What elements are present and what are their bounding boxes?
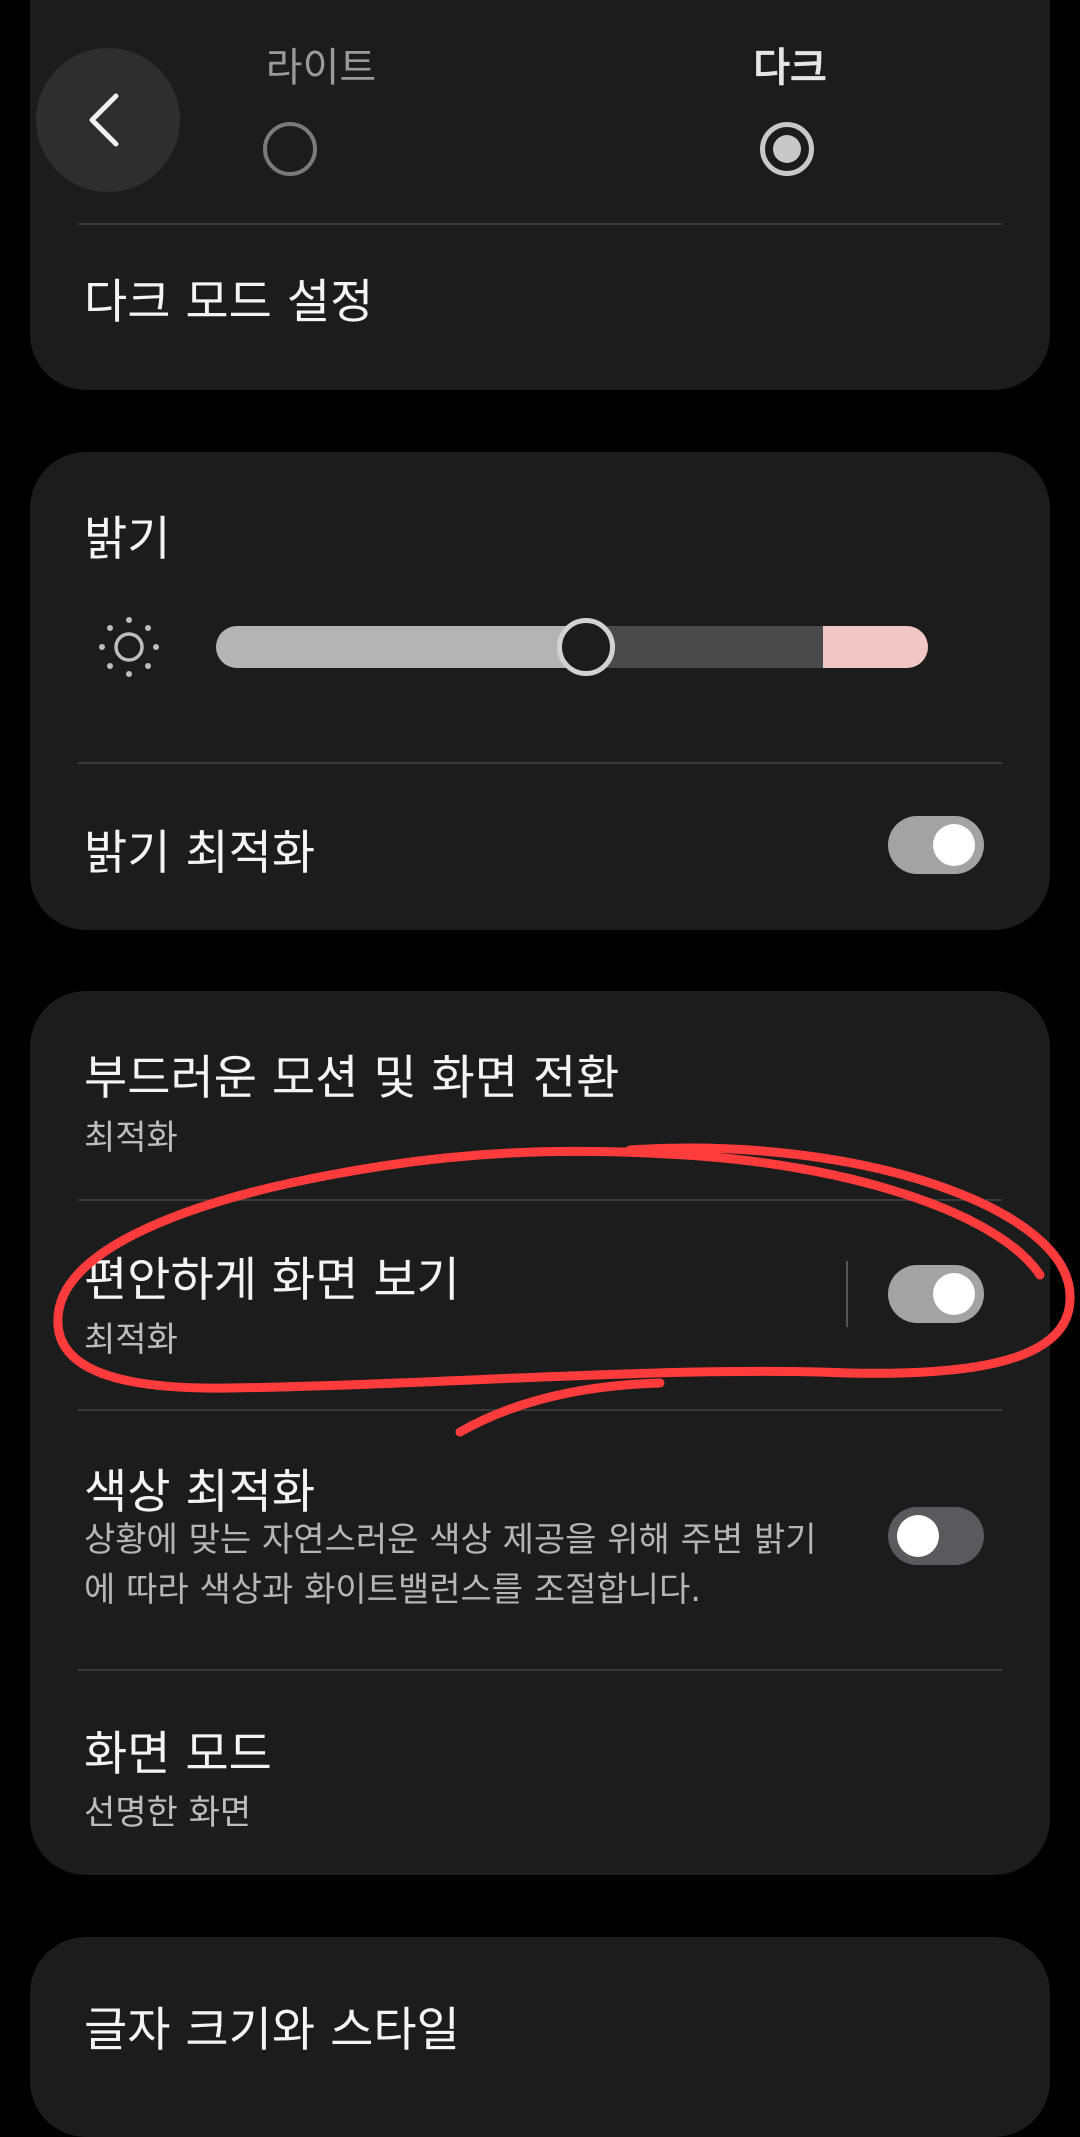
adaptive-brightness-label: 밝기 최적화	[84, 826, 316, 881]
brightness-slider-fill	[216, 626, 587, 668]
screen-mode-title: 화면 모드	[84, 1727, 272, 1782]
toggle-knob	[933, 1273, 975, 1315]
motion-smoothness-row[interactable]: 부드러운 모션 및 화면 전환 최적화	[30, 991, 1050, 1201]
eye-comfort-toggle[interactable]	[888, 1265, 984, 1323]
font-card: 글자 크기와 스타일	[30, 1937, 1050, 2137]
eye-comfort-value: 최적화	[84, 1320, 178, 1360]
theme-card: 라이트 다크 다크 모드 설정	[30, 0, 1050, 390]
dark-theme-label: 다크	[753, 45, 827, 91]
toggle-knob	[897, 1515, 939, 1557]
vertical-separator	[846, 1261, 848, 1327]
eye-comfort-row[interactable]: 편안하게 화면 보기 최적화	[30, 1201, 1050, 1409]
sun-icon	[99, 617, 159, 677]
radio-selected-dot	[773, 135, 801, 163]
screen-settings-card: 부드러운 모션 및 화면 전환 최적화 편안하게 화면 보기 최적화 색상 최적…	[30, 991, 1050, 1875]
motion-smoothness-value: 최적화	[84, 1118, 178, 1158]
chevron-left-icon	[89, 93, 119, 147]
eye-comfort-title: 편안하게 화면 보기	[84, 1253, 460, 1308]
light-theme-label: 라이트	[265, 45, 377, 91]
color-optimization-row[interactable]: 색상 최적화 상황에 맞는 자연스러운 색상 제공을 위해 주변 밝기에 따라 …	[30, 1411, 1050, 1669]
light-theme-radio[interactable]	[263, 122, 317, 176]
brightness-extra-zone	[823, 626, 928, 668]
screen-mode-value: 선명한 화면	[84, 1793, 252, 1833]
motion-smoothness-title: 부드러운 모션 및 화면 전환	[84, 1051, 620, 1106]
brightness-card: 밝기 밝기 최적화	[30, 452, 1050, 930]
dark-mode-settings-label: 다크 모드 설정	[84, 275, 374, 330]
toggle-knob	[933, 824, 975, 866]
font-size-style-row[interactable]: 글자 크기와 스타일	[30, 1937, 1050, 2086]
brightness-slider-thumb[interactable]	[557, 618, 616, 676]
screen-mode-row[interactable]: 화면 모드 선명한 화면	[30, 1671, 1050, 1875]
color-optimization-title: 색상 최적화	[84, 1465, 316, 1520]
adaptive-brightness-toggle[interactable]	[888, 816, 984, 874]
back-button[interactable]	[36, 48, 180, 192]
dark-mode-settings-row[interactable]: 다크 모드 설정	[30, 225, 1050, 355]
adaptive-brightness-row[interactable]: 밝기 최적화	[30, 764, 1050, 930]
color-optimization-toggle[interactable]	[888, 1507, 984, 1565]
brightness-title: 밝기	[84, 512, 171, 567]
dark-theme-radio[interactable]	[760, 122, 814, 176]
font-size-style-title: 글자 크기와 스타일	[84, 2003, 460, 2058]
color-optimization-description: 상황에 맞는 자연스러운 색상 제공을 위해 주변 밝기에 따라 색상과 화이트…	[84, 1520, 817, 1610]
